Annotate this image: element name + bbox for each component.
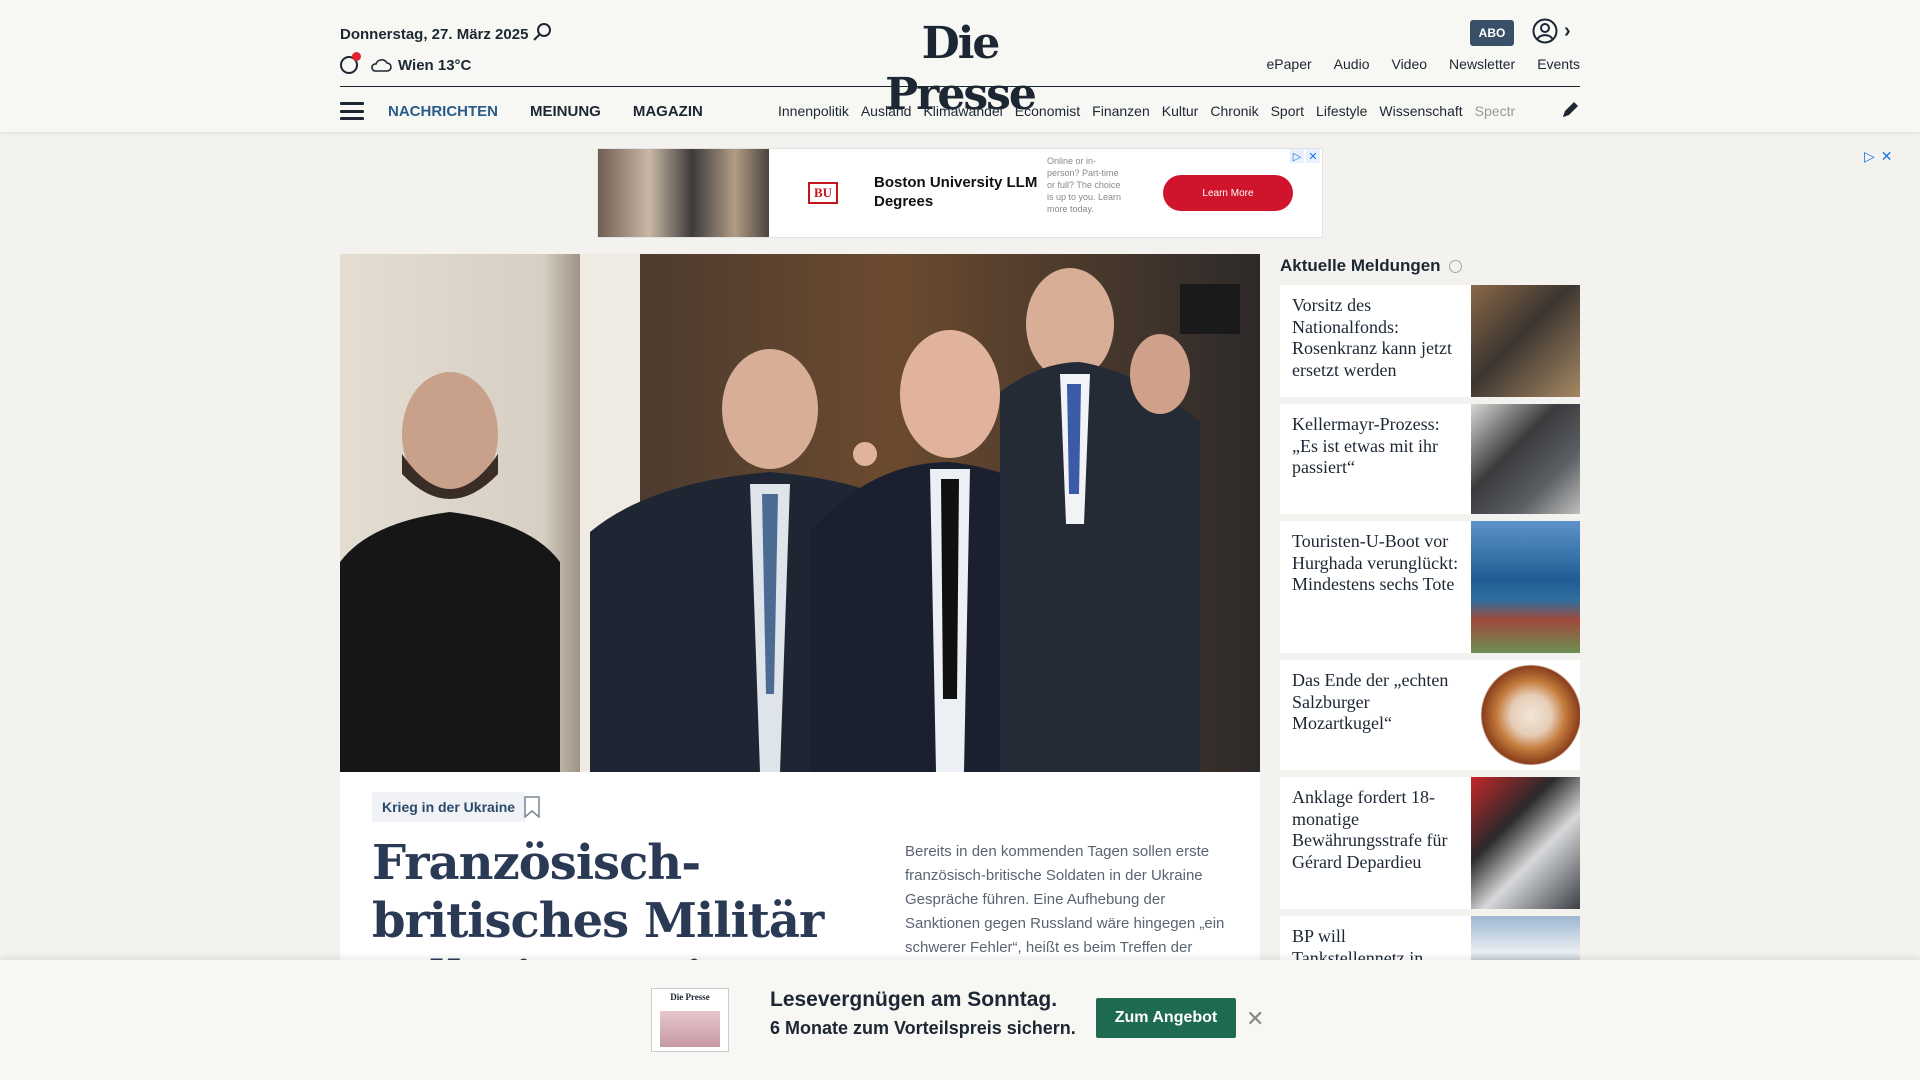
nav-spectrum[interactable]: Spectr — [1475, 103, 1515, 119]
close-icon[interactable]: ✕ — [1246, 1006, 1264, 1032]
ad-choices-icon[interactable]: ▷ — [1864, 148, 1875, 165]
sidebar-title-text: Aktuelle Meldungen — [1280, 256, 1441, 275]
abo-button[interactable]: ABO — [1470, 20, 1514, 46]
nav-meinung[interactable]: MEINUNG — [530, 103, 601, 120]
weather-widget[interactable]: Wien 13°C — [340, 52, 472, 74]
list-item-title[interactable]: Kellermayr-Prozess: „Es ist etwas mit ih… — [1280, 404, 1470, 514]
header-links: ePaper Audio Video Newsletter Events — [1267, 56, 1580, 72]
cloud-icon — [371, 59, 392, 72]
hero-article[interactable]: Krieg in der Ukraine Französisch-britisc… — [340, 254, 1260, 1007]
nav-sport[interactable]: Sport — [1271, 103, 1304, 119]
chevron-right-icon[interactable]: › — [1564, 20, 1571, 43]
weather-label: Wien 13°C — [398, 56, 472, 74]
ad-close-icon[interactable]: ✕ — [1306, 149, 1320, 163]
ad-photo — [598, 149, 769, 237]
nav-innenpolitik[interactable]: Innenpolitik — [778, 103, 849, 119]
list-item[interactable]: Anklage fordert 18-monatige Bewährungsst… — [1280, 777, 1580, 909]
nav-lifestyle[interactable]: Lifestyle — [1316, 103, 1367, 119]
list-item-title[interactable]: Touristen-U-Boot vor Hurghada verunglück… — [1280, 521, 1470, 653]
ad-banner[interactable]: BU Boston University LLM Degrees Online … — [597, 148, 1323, 238]
nav-ausland[interactable]: Ausland — [861, 103, 912, 119]
ad-learn-more-button[interactable]: Learn More — [1163, 175, 1293, 211]
main-navigation: NACHRICHTEN MEINUNG MAGAZIN Innenpolitik… — [340, 94, 1580, 128]
ad-description: Online or in-person? Part-time or full? … — [1047, 156, 1122, 214]
link-video[interactable]: Video — [1391, 56, 1427, 72]
current-date: Donnerstag, 27. März 2025 — [340, 26, 529, 43]
subscription-promo-bar: Die Presse Lesevergnügen am Sonntag. 6 M… — [0, 960, 1920, 1080]
list-item-thumbnail[interactable] — [1471, 521, 1580, 653]
list-item[interactable]: Kellermayr-Prozess: „Es ist etwas mit ih… — [1280, 404, 1580, 514]
ad-choices-icon[interactable]: ▷ — [1290, 149, 1304, 163]
promo-headline: Lesevergnügen am Sonntag. — [770, 988, 1058, 1011]
list-item-title[interactable]: Anklage fordert 18-monatige Bewährungsst… — [1280, 777, 1470, 909]
list-item[interactable]: Das Ende der „echten Salzburger Mozartku… — [1280, 660, 1580, 770]
list-item[interactable]: Vorsitz des Nationalfonds: Rosenkranz ka… — [1280, 285, 1580, 397]
newspaper-thumbnail: Die Presse — [651, 988, 729, 1052]
section-navigation: Innenpolitik Ausland Klimawandel Economi… — [778, 103, 1515, 119]
hero-image[interactable] — [340, 254, 1260, 772]
list-item-thumbnail[interactable] — [1471, 660, 1580, 770]
nav-wissenschaft[interactable]: Wissenschaft — [1379, 103, 1462, 119]
promo-offer-button[interactable]: Zum Angebot — [1096, 998, 1236, 1038]
nav-economist[interactable]: Economist — [1015, 103, 1080, 119]
list-item-thumbnail[interactable] — [1471, 404, 1580, 514]
ad-logo: BU — [808, 182, 838, 204]
newspaper-masthead: Die Presse — [670, 992, 710, 1002]
nav-chronik[interactable]: Chronik — [1210, 103, 1258, 119]
header-divider — [340, 86, 1580, 87]
site-header: Donnerstag, 27. März 2025 Wien 13°C Die … — [0, 0, 1920, 132]
pencil-icon[interactable] — [1560, 100, 1580, 120]
promo-subline: 6 Monate zum Vorteilspreis sichern. — [770, 1018, 1076, 1038]
news-list: Vorsitz des Nationalfonds: Rosenkranz ka… — [1280, 285, 1580, 983]
ad-choices[interactable]: ▷ ✕ — [1290, 149, 1320, 163]
link-audio[interactable]: Audio — [1334, 56, 1370, 72]
nav-finanzen[interactable]: Finanzen — [1092, 103, 1150, 119]
list-item-thumbnail[interactable] — [1471, 777, 1580, 909]
ad-outer-controls[interactable]: ▷ ✕ — [1864, 148, 1893, 165]
sidebar-title: Aktuelle Meldungen — [1280, 256, 1462, 276]
bookmark-icon[interactable] — [524, 796, 540, 818]
link-epaper[interactable]: ePaper — [1267, 56, 1312, 72]
link-newsletter[interactable]: Newsletter — [1449, 56, 1515, 72]
ad-title: Boston University LLM Degrees — [874, 174, 1038, 210]
article-teaser: Bereits in den kommenden Tagen sollen er… — [905, 843, 1225, 956]
list-item[interactable]: Touristen-U-Boot vor Hurghada verunglück… — [1280, 521, 1580, 653]
close-icon[interactable]: ✕ — [1881, 148, 1893, 165]
clock-icon — [340, 52, 361, 74]
live-icon — [1448, 259, 1462, 273]
article-kicker[interactable]: Krieg in der Ukraine — [372, 792, 526, 822]
search-icon[interactable] — [532, 22, 552, 42]
list-item-thumbnail[interactable] — [1471, 285, 1580, 397]
list-item-title[interactable]: Vorsitz des Nationalfonds: Rosenkranz ka… — [1280, 285, 1470, 397]
nav-magazin[interactable]: MAGAZIN — [633, 103, 703, 120]
user-account-icon[interactable] — [1532, 18, 1558, 44]
list-item-title[interactable]: Das Ende der „echten Salzburger Mozartku… — [1280, 660, 1470, 770]
menu-icon[interactable] — [340, 102, 364, 120]
nav-klimawandel[interactable]: Klimawandel — [923, 103, 1002, 119]
link-events[interactable]: Events — [1537, 56, 1580, 72]
nav-nachrichten[interactable]: NACHRICHTEN — [388, 103, 498, 120]
nav-kultur[interactable]: Kultur — [1162, 103, 1199, 119]
